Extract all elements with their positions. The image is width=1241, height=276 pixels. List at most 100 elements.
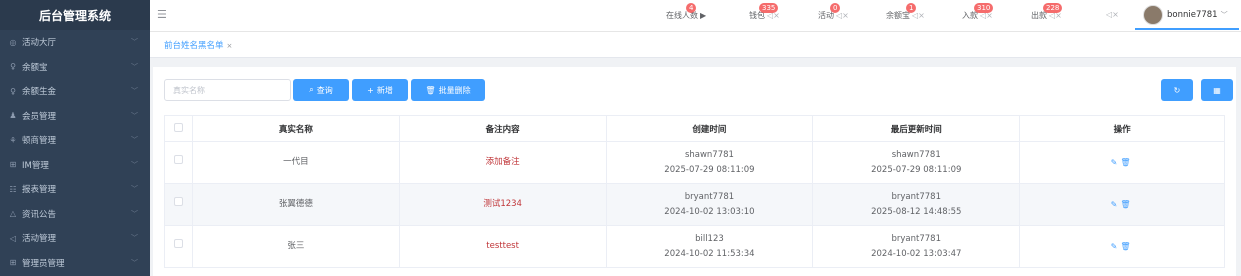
checkbox[interactable] <box>173 197 183 206</box>
created-time: 2024-10-02 11:53:34 <box>664 248 755 259</box>
activity-icon: ◎ <box>9 37 17 47</box>
column-header: 操作 <box>1019 115 1225 142</box>
delete-icon[interactable]: 🗑 <box>1120 200 1133 209</box>
updated-time: 2025-08-12 14:48:55 <box>871 206 962 217</box>
merchant-icon: ⚘ <box>9 135 17 145</box>
delete-icon[interactable]: 🗑 <box>1120 158 1133 167</box>
created-time: 2024-10-02 13:03:10 <box>664 206 755 217</box>
add-button[interactable]: + 新增 <box>352 79 408 101</box>
creator: bryant7781 <box>684 191 735 202</box>
row-select[interactable] <box>164 183 193 226</box>
avatar[interactable] <box>1143 5 1163 25</box>
cell-created: bill123 2024-10-02 11:53:34 <box>605 225 814 268</box>
columns-button[interactable]: ▦ <box>1201 79 1233 101</box>
edit-icon[interactable]: ✎ <box>1111 200 1121 209</box>
close-icon[interactable]: × <box>227 42 233 50</box>
stat-activity[interactable]: 活动 0 ◁× <box>818 3 849 21</box>
top-bar: ☰ 在线人数 4 ▶ 钱包 335 ◁× 活动 0 ◁× 余额宝 1 ◁× 入款 310 ◁× 出款… <box>150 0 1241 32</box>
username: bonnie7781 <box>1167 10 1218 20</box>
batch-delete-label: 批量删除 <box>438 85 471 95</box>
cell-updated: bryant7781 2024-10-02 13:03:47 <box>812 225 1021 268</box>
sidebar-item-members[interactable]: ♟ 会员管理 ﹀ <box>0 104 150 129</box>
table-row: 一代目 添加备注 shawn7781 2025-07-29 08:11:09 sh… <box>164 141 1225 184</box>
stat-deposit[interactable]: 入款 310 ◁× <box>962 3 994 21</box>
sidebar-item-activity-admin[interactable]: ◁ 活动管理 ﹀ <box>0 226 150 251</box>
sidebar-item-label: 管理员管理 <box>22 258 65 269</box>
main-panel: ⌕查询 +新增 🗑批量删除 ↻ ▦ 真实名称 备注内容 创建时间 最后更新时间 … <box>153 67 1236 276</box>
table-row: 张翼德德 测试1234 bryant7781 2024-10-02 13:03:1… <box>164 183 1225 226</box>
cell-name: 张翼德德 <box>191 183 400 226</box>
sidebar-item-label: 报表管理 <box>22 185 57 196</box>
chevron-down-icon: ﹀ <box>131 209 138 218</box>
refresh-icon: ↻ <box>1173 85 1181 95</box>
global-mute[interactable]: ◁× <box>1104 10 1119 19</box>
checkbox[interactable] <box>173 122 183 132</box>
checkbox[interactable] <box>173 239 183 248</box>
cell-note: testtest <box>398 225 607 268</box>
stat-withdraw[interactable]: 出款 228 ◁× <box>1031 3 1063 21</box>
refresh-button[interactable]: ↻ <box>1161 79 1193 101</box>
add-label: 新增 <box>376 85 393 95</box>
chevron-down-icon: ﹀ <box>131 234 138 243</box>
mute-icon[interactable]: ◁× <box>1106 10 1119 19</box>
plus-icon: + <box>367 85 374 95</box>
chevron-down-icon: ﹀ <box>131 62 138 71</box>
sidebar-item-label: 资讯公告 <box>22 209 57 220</box>
user-menu[interactable]: bonnie7781 ﹀ <box>1135 2 1239 30</box>
tags-bar: 前台姓名黑名单 × <box>150 32 1241 58</box>
sidebar-item-label: 余额宝 <box>22 62 48 73</box>
sidebar-item-merchants[interactable]: ⚘ 顿商管理 ﹀ <box>0 128 150 153</box>
sidebar-item-announcements[interactable]: △ 资讯公告 ﹀ <box>0 202 150 227</box>
stat-badge: 228 <box>1043 3 1063 13</box>
query-button[interactable]: ⌕ 查询 <box>293 79 349 101</box>
edit-icon[interactable]: ✎ <box>1111 158 1121 167</box>
sidebar-item-label: 顿商管理 <box>22 136 57 147</box>
edit-icon[interactable]: ✎ <box>1111 242 1121 251</box>
sidebar-item-activity-hall[interactable]: ◎ 活动大厅 ﹀ <box>0 30 150 55</box>
yuebao-icon: ♀ <box>10 62 16 72</box>
cell-updated: bryant7781 2025-08-12 14:48:55 <box>812 183 1021 226</box>
cell-note: 测试1234 <box>398 183 607 226</box>
sidebar: 后台管理系统 ◎ 活动大厅 ﹀ ♀ 余额宝 ﹀ ♀ 余额生金 ﹀ ♟ 会员管理 ﹀ ⚘ 顿商管理 ﹀… <box>0 0 150 276</box>
cell-updated: shawn7781 2025-07-29 08:11:09 <box>812 141 1021 184</box>
stat-yuebao[interactable]: 余额宝 1 ◁× <box>886 3 925 21</box>
chevron-down-icon: ﹀ <box>131 160 138 169</box>
chevron-down-icon: ﹀ <box>131 87 138 96</box>
sidebar-item-yuebao[interactable]: ♀ 余额宝 ﹀ <box>0 55 150 80</box>
query-label: 查询 <box>316 85 333 95</box>
sidebar-item-admins[interactable]: ⊞ 管理员管理 ﹀ <box>0 251 150 276</box>
stat-badge: 335 <box>759 3 779 13</box>
sidebar-item-reports[interactable]: ☷ 报表管理 ﹀ <box>0 177 150 202</box>
grid-icon: ⊞ <box>9 258 17 268</box>
mute-icon[interactable]: ◁× <box>912 11 925 20</box>
sidebar-item-im[interactable]: ⊞ IM管理 ﹀ <box>0 153 150 178</box>
search-input[interactable] <box>164 79 291 101</box>
sidebar-item-yue-shengjin[interactable]: ♀ 余额生金 ﹀ <box>0 79 150 104</box>
row-select[interactable] <box>164 141 193 184</box>
table-header-row: 真实名称 备注内容 创建时间 最后更新时间 操作 <box>164 115 1225 142</box>
sidebar-item-label: IM管理 <box>22 160 49 171</box>
stat-online[interactable]: 在线人数 4 ▶ <box>666 3 706 21</box>
column-header: 备注内容 <box>398 115 607 142</box>
delete-icon[interactable]: 🗑 <box>1120 242 1133 251</box>
play-icon[interactable]: ▶ <box>700 11 706 20</box>
checkbox[interactable] <box>173 155 183 164</box>
chevron-down-icon[interactable]: ﹀ <box>1221 10 1228 20</box>
stat-wallet[interactable]: 钱包 335 ◁× <box>749 3 780 21</box>
grid-icon: ▦ <box>1213 85 1221 95</box>
mute-icon[interactable]: ◁× <box>836 11 849 20</box>
header-select-all[interactable] <box>164 115 193 142</box>
report-icon: ☷ <box>9 184 17 194</box>
sidebar-menu: ◎ 活动大厅 ﹀ ♀ 余额宝 ﹀ ♀ 余额生金 ﹀ ♟ 会员管理 ﹀ ⚘ 顿商管理 ﹀ ⊞ IM管理 ﹀… <box>0 30 150 275</box>
cell-note: 添加备注 <box>398 141 607 184</box>
hamburger-icon[interactable]: ☰ <box>157 8 167 21</box>
chevron-down-icon: ﹀ <box>131 185 138 194</box>
batch-delete-button[interactable]: 🗑 批量删除 <box>411 79 485 101</box>
sidebar-item-label: 活动大厅 <box>22 38 57 49</box>
chevron-down-icon: ﹀ <box>131 258 138 267</box>
stat-label: 余额宝 <box>886 11 910 20</box>
row-select[interactable] <box>164 225 193 268</box>
updater: shawn7781 <box>891 149 941 160</box>
tab-blacklist[interactable]: 前台姓名黑名单 × <box>164 39 232 51</box>
column-header: 创建时间 <box>605 115 814 142</box>
